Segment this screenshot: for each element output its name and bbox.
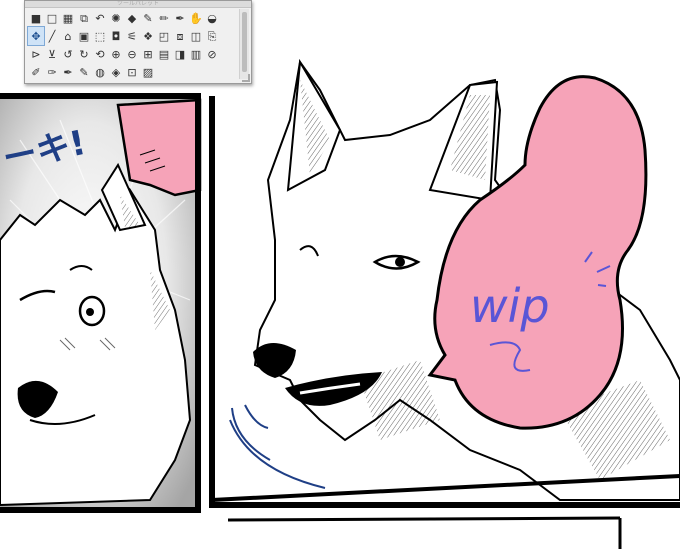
zoom-out-icon[interactable]: ⊖ bbox=[124, 45, 140, 63]
hand-icon[interactable]: ✋ bbox=[188, 9, 204, 27]
blank-icon-2[interactable] bbox=[220, 27, 236, 45]
no-entry-icon[interactable]: ⊘ bbox=[204, 45, 220, 63]
left-panel: ーキ! bbox=[0, 93, 202, 513]
brush-icon[interactable]: ✒ bbox=[172, 9, 188, 27]
reference-icon[interactable]: ◫ bbox=[188, 27, 204, 45]
palette-scrollbar-thumb[interactable] bbox=[242, 12, 247, 72]
marquee-icon[interactable]: ⬚ bbox=[92, 27, 108, 45]
fit-icon[interactable]: ⊞ bbox=[140, 45, 156, 63]
marker-icon[interactable]: ✑ bbox=[44, 63, 60, 81]
tool-palette[interactable]: ツールパレット ■ □ ▦ ⧉ ↶ ✺ ◆ ✎ ✏ ✒ ✋ ◒ ✥ ╱ ⌂ ▣ ⬚ ◘ ⚟ ❖ ◰ ⧈ ◫ ⎘ ⊳ ⊻ ↺ ↻ ⟲ ⊕ ⊖ ⊞… bbox=[24, 0, 252, 84]
sound-lines bbox=[229, 404, 326, 489]
wand-icon[interactable]: ⚟ bbox=[124, 27, 140, 45]
palette-scrollbar[interactable] bbox=[239, 9, 249, 79]
balloon-icon[interactable]: ◨ bbox=[172, 45, 188, 63]
right-panel: wip bbox=[209, 58, 680, 549]
copy-icon[interactable]: ⎘ bbox=[204, 27, 220, 45]
color-white-icon[interactable]: □ bbox=[44, 9, 60, 27]
color-black-icon[interactable]: ■ bbox=[28, 9, 44, 27]
palette-resize-handle[interactable] bbox=[242, 74, 250, 82]
auto-select-icon[interactable]: ❖ bbox=[140, 27, 156, 45]
layers-icon[interactable]: ◈ bbox=[108, 63, 124, 81]
bucket-icon[interactable]: ◒ bbox=[204, 9, 220, 27]
pattern-icon[interactable]: ◍ bbox=[92, 63, 108, 81]
frame-icon[interactable]: ▥ bbox=[188, 45, 204, 63]
select-layer-icon[interactable]: ▣ bbox=[76, 27, 92, 45]
transparent-icon[interactable]: ▦ bbox=[60, 9, 76, 27]
blank-icon[interactable] bbox=[220, 9, 236, 27]
undo-icon[interactable]: ↶ bbox=[92, 9, 108, 27]
fill-icon[interactable]: ◆ bbox=[124, 9, 140, 27]
blank-icon-3[interactable] bbox=[220, 45, 236, 63]
palette-title[interactable]: ツールパレット bbox=[25, 1, 251, 8]
zoom-in-icon[interactable]: ⊕ bbox=[108, 45, 124, 63]
flip-horizontal-icon[interactable]: ⊳ bbox=[28, 45, 44, 63]
lasso-icon[interactable]: ◘ bbox=[108, 27, 124, 45]
move-icon[interactable]: ✥ bbox=[27, 26, 45, 46]
zoom-layer-icon[interactable]: ⧉ bbox=[76, 9, 92, 27]
ruler-icon[interactable]: ◰ bbox=[156, 27, 172, 45]
flip-vertical-icon[interactable]: ⊻ bbox=[44, 45, 60, 63]
figure-icon[interactable]: ⊡ bbox=[124, 63, 140, 81]
decoration-icon[interactable]: ✎ bbox=[76, 63, 92, 81]
pencil-icon[interactable]: ✏ bbox=[156, 9, 172, 27]
layer-stack-icon[interactable]: ⧈ bbox=[172, 27, 188, 45]
pen-2-icon[interactable]: ✐ bbox=[28, 63, 44, 81]
rotate-left-icon[interactable]: ↺ bbox=[60, 45, 76, 63]
tool-grid: ■ □ ▦ ⧉ ↶ ✺ ◆ ✎ ✏ ✒ ✋ ◒ ✥ ╱ ⌂ ▣ ⬚ ◘ ⚟ ❖ ◰ ⧈ ◫ ⎘ ⊳ ⊻ ↺ ↻ ⟲ ⊕ ⊖ ⊞ ▤ ◨ ▥ ⊘ ✐ ✑ ✒ ✎… bbox=[27, 9, 238, 81]
reset-rotate-icon[interactable]: ⟲ bbox=[92, 45, 108, 63]
airbrush-icon[interactable]: ✒ bbox=[60, 63, 76, 81]
rotate-right-icon[interactable]: ↻ bbox=[76, 45, 92, 63]
loading-icon[interactable]: ✺ bbox=[108, 9, 124, 27]
text-icon[interactable]: ▤ bbox=[156, 45, 172, 63]
pen-icon[interactable]: ✎ bbox=[140, 9, 156, 27]
line-icon[interactable]: ╱ bbox=[44, 27, 60, 45]
eraser-icon[interactable]: ⌂ bbox=[60, 27, 76, 45]
left-balloon bbox=[116, 98, 202, 197]
annotation-text: wip bbox=[470, 279, 550, 333]
gradient-icon[interactable]: ▨ bbox=[140, 63, 156, 81]
